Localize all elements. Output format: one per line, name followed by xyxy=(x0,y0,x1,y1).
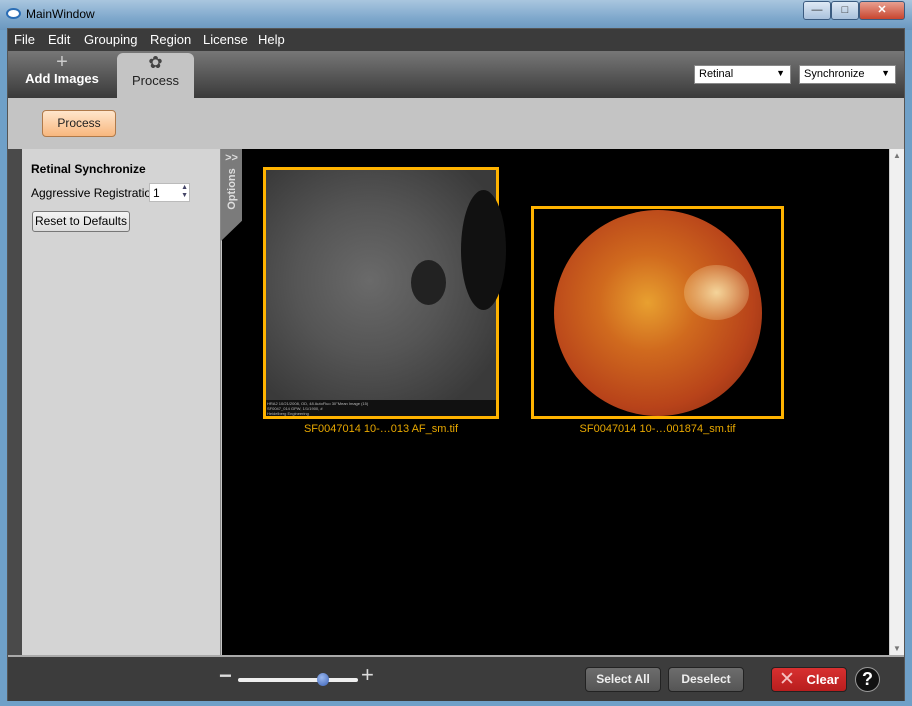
autofluorescence-image: HRA2 10/21/2008, OD, 48 AutoFluo 30°Mean… xyxy=(266,170,506,416)
menu-bar: File Edit Grouping Region License Help xyxy=(8,29,904,51)
gear-icon: ✿ xyxy=(148,53,163,72)
deselect-button[interactable]: Deselect xyxy=(668,667,744,692)
action-value: Synchronize xyxy=(804,68,865,80)
left-strip xyxy=(8,149,22,655)
clear-x-icon: ✕ xyxy=(779,669,795,690)
tab-label: Add Images xyxy=(25,71,99,86)
mode-value: Retinal xyxy=(699,68,734,80)
window-title: MainWindow xyxy=(26,7,95,21)
expand-icon[interactable]: >> xyxy=(221,152,242,164)
menu-region[interactable]: Region xyxy=(150,32,191,47)
menu-license[interactable]: License xyxy=(203,32,248,47)
fundus-image xyxy=(554,210,762,416)
app-eye-icon xyxy=(6,8,21,19)
menu-edit[interactable]: Edit xyxy=(48,32,70,47)
main-window: File Edit Grouping Region License Help +… xyxy=(7,28,905,701)
plus-icon: + xyxy=(56,51,68,73)
image-caption: SF0047014 10-…001874_sm.tif xyxy=(579,423,736,435)
close-button[interactable]: ✕ xyxy=(859,1,905,20)
tab-add-images[interactable]: + Add Images xyxy=(16,51,108,98)
aggressive-label: Aggressive Registration: xyxy=(31,186,162,200)
tab-label: Process xyxy=(132,73,179,88)
image-caption: SF0047014 10-…013 AF_sm.tif xyxy=(303,423,459,435)
title-bar: MainWindow — □ ✕ xyxy=(0,0,912,30)
options-tab-label: Options xyxy=(226,168,238,210)
tab-strip: + Add Images ✿ Process Retinal ▼ Synchron… xyxy=(8,51,904,98)
bottom-bar: − + Select All Deselect ✕ Clear ? xyxy=(8,655,904,701)
reset-defaults-button[interactable]: Reset to Defaults xyxy=(32,211,130,232)
clear-button[interactable]: ✕ Clear xyxy=(771,667,847,692)
overlay-line: Heidelberg Engineering xyxy=(267,411,309,416)
scroll-down-icon[interactable]: ▼ xyxy=(890,644,904,653)
zoom-in-button[interactable]: + xyxy=(361,662,374,688)
aggressive-value: 1 xyxy=(153,186,160,200)
chevron-down-icon: ▼ xyxy=(776,68,785,78)
zoom-out-button[interactable]: − xyxy=(219,663,232,689)
options-panel: Retinal Synchronize Aggressive Registrat… xyxy=(22,149,221,655)
options-title: Retinal Synchronize xyxy=(31,162,146,176)
spin-arrows-icon[interactable]: ▲ ▼ xyxy=(181,184,188,200)
menu-grouping[interactable]: Grouping xyxy=(84,32,137,47)
select-all-button[interactable]: Select All xyxy=(585,667,661,692)
image-viewer: HRA2 10/21/2008, OD, 48 AutoFluo 30°Mean… xyxy=(222,149,889,655)
image-thumbnail-fundus[interactable] xyxy=(531,206,784,419)
mode-select[interactable]: Retinal ▼ xyxy=(694,65,791,84)
vertical-scrollbar[interactable]: ▲ ▼ xyxy=(889,149,904,655)
image-thumbnail-af[interactable]: HRA2 10/21/2008, OD, 48 AutoFluo 30°Mean… xyxy=(263,167,506,419)
zoom-slider-handle[interactable] xyxy=(317,673,330,686)
tab-process[interactable]: ✿ Process xyxy=(117,53,194,98)
menu-help[interactable]: Help xyxy=(258,32,285,47)
chevron-down-icon: ▼ xyxy=(881,68,890,78)
minimize-button[interactable]: — xyxy=(803,1,831,20)
clear-label: Clear xyxy=(806,672,839,687)
help-button[interactable]: ? xyxy=(855,667,880,692)
process-button[interactable]: Process xyxy=(42,110,116,137)
maximize-button[interactable]: □ xyxy=(831,1,859,20)
aggressive-spinbox[interactable]: 1 ▲ ▼ xyxy=(149,183,190,202)
menu-file[interactable]: File xyxy=(14,32,35,47)
zoom-slider[interactable] xyxy=(238,673,358,686)
scroll-up-icon[interactable]: ▲ xyxy=(890,151,904,160)
action-select[interactable]: Synchronize ▼ xyxy=(799,65,896,84)
